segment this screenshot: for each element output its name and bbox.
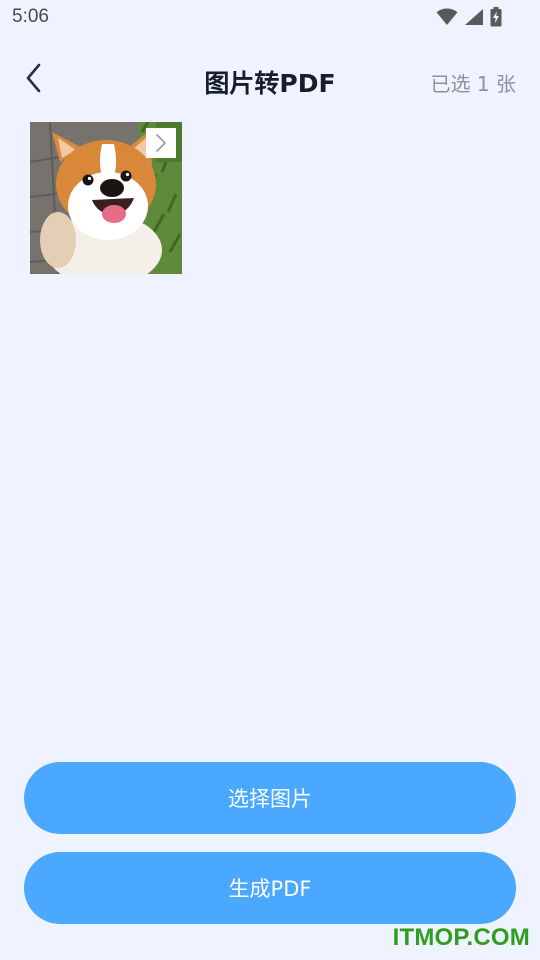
status-bar: 5:06 bbox=[0, 0, 540, 36]
header: 图片转PDF 已选 1 张 bbox=[0, 54, 540, 106]
status-icons bbox=[436, 7, 502, 27]
status-time: 5:06 bbox=[12, 6, 49, 27]
generate-pdf-button[interactable]: 生成PDF bbox=[24, 852, 516, 924]
select-images-button[interactable]: 选择图片 bbox=[24, 762, 516, 834]
watermark: ITMOP.COM bbox=[392, 924, 530, 951]
image-thumbnail[interactable] bbox=[30, 122, 182, 274]
selected-count: 已选 1 张 bbox=[430, 72, 516, 96]
thumbnail-arrow-button[interactable] bbox=[146, 128, 176, 158]
cellular-signal-icon bbox=[464, 8, 484, 26]
wifi-icon bbox=[436, 8, 458, 26]
chevron-right-icon bbox=[155, 133, 167, 153]
battery-charging-icon bbox=[490, 7, 502, 27]
